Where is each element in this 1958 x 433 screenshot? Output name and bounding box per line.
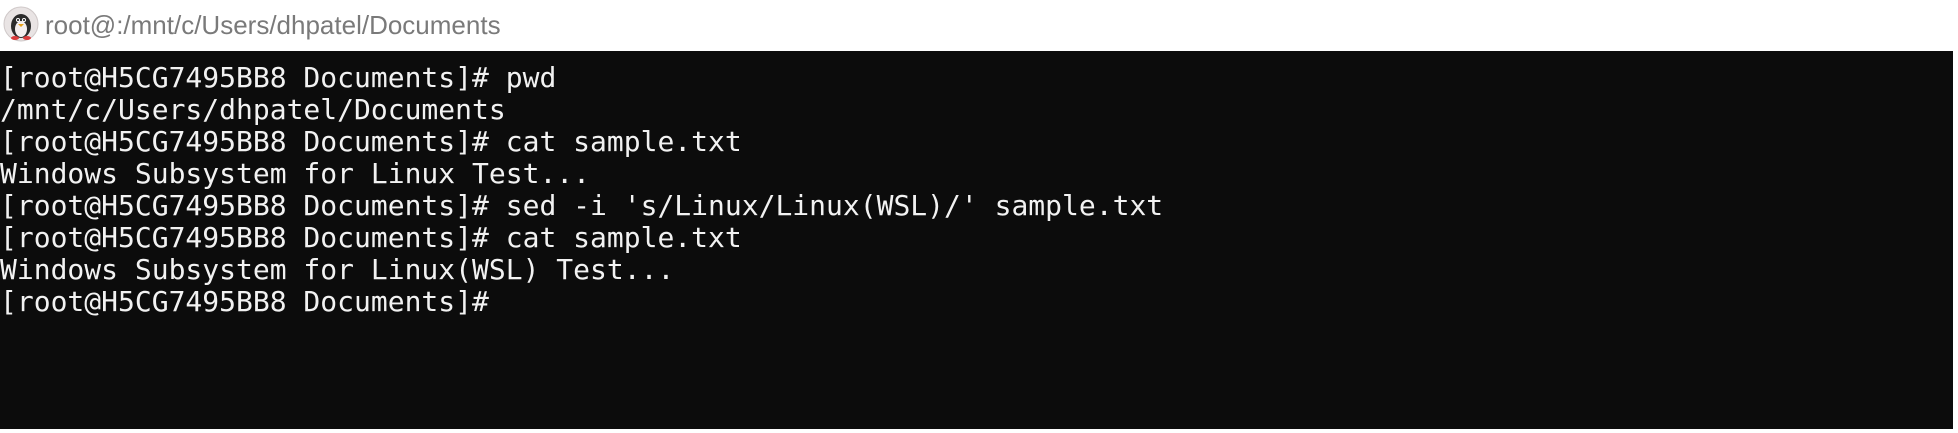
penguin-avatar-icon: [3, 6, 39, 42]
window-titlebar[interactable]: root@:/mnt/c/Users/dhpatel/Documents: [0, 0, 1958, 51]
window-bottom-border: [0, 429, 1958, 433]
terminal-prompt[interactable]: [root@H5CG7495BB8 Documents]#: [0, 282, 489, 322]
terminal-output[interactable]: [root@H5CG7495BB8 Documents]# pwd /mnt/c…: [0, 51, 1953, 429]
window-title: root@:/mnt/c/Users/dhpatel/Documents: [45, 10, 501, 40]
